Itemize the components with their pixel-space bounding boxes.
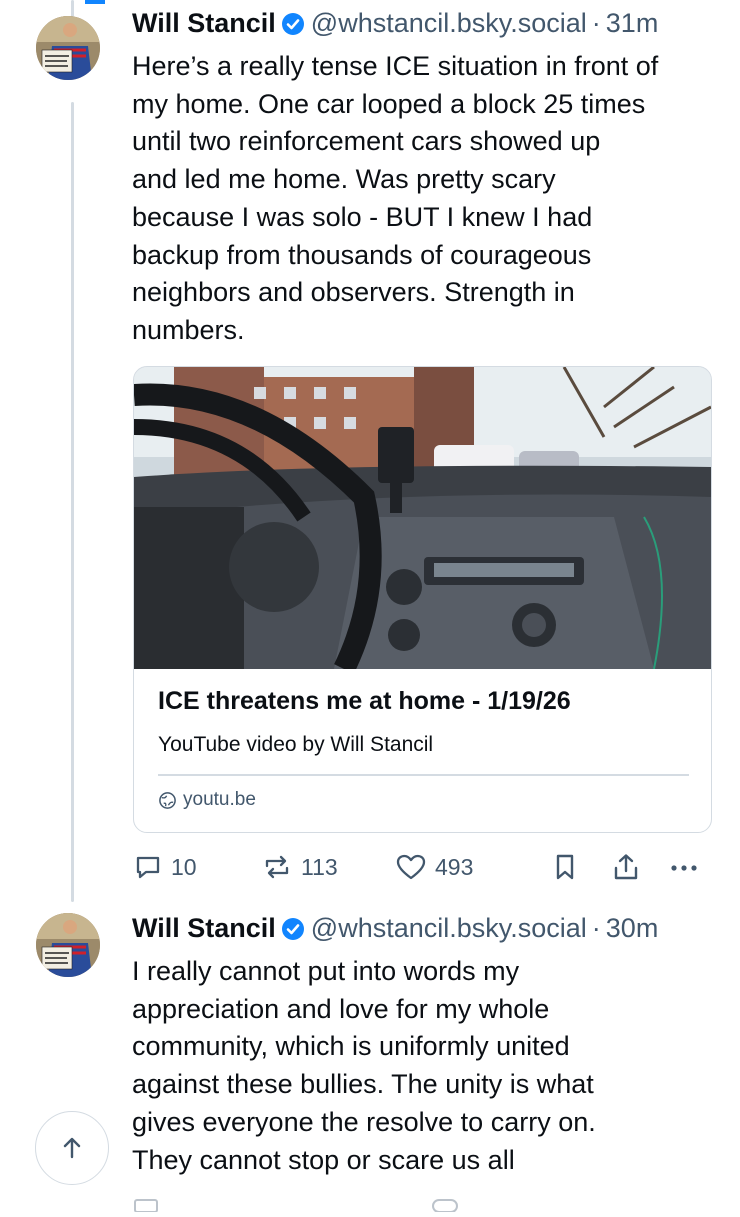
repost-button[interactable]: 113 bbox=[261, 852, 338, 882]
post-body-line: until two reinforcement cars showed up bbox=[132, 126, 601, 157]
top-accent-bar bbox=[85, 0, 105, 4]
author-handle[interactable]: @whstancil.bsky.social bbox=[311, 913, 587, 944]
repost-icon bbox=[265, 855, 289, 879]
post-body-line: because I was solo - BUT I knew I had bbox=[132, 201, 593, 232]
link-card-thumbnail[interactable] bbox=[134, 367, 711, 669]
share-icon bbox=[614, 854, 638, 880]
post-body-line: numbers. bbox=[132, 314, 245, 345]
link-card-domain: youtu.be bbox=[183, 789, 256, 810]
avatar-image bbox=[36, 913, 100, 977]
post-body-line: They cannot stop or scare us all bbox=[132, 1144, 515, 1175]
bookmark-button[interactable] bbox=[551, 852, 587, 882]
author-name[interactable]: Will Stancil bbox=[132, 8, 276, 39]
reply-icon bbox=[136, 856, 160, 879]
more-options-button[interactable] bbox=[667, 852, 709, 882]
post-body-line: appreciation and love for my whole bbox=[132, 993, 550, 1024]
globe-icon bbox=[159, 791, 176, 809]
post-body-line: and led me home. Was pretty scary bbox=[132, 164, 556, 195]
link-card-description: YouTube video by Will Stancil bbox=[158, 733, 434, 756]
reply-count: 10 bbox=[171, 853, 197, 880]
post-header: Will Stancil @whstancil.bsky.social · 30… bbox=[132, 913, 658, 944]
post-body-line: I really cannot put into words my bbox=[132, 956, 520, 986]
verified-badge-icon[interactable] bbox=[281, 917, 305, 941]
post-body-line: backup from thousands of courageous bbox=[132, 239, 592, 270]
link-card-title[interactable]: ICE threatens me at home - 1/19/26 bbox=[158, 687, 571, 716]
share-button[interactable] bbox=[611, 852, 649, 882]
post-body: Here’s a really tense ICE situation in f… bbox=[132, 48, 722, 350]
like-button[interactable]: 493 bbox=[395, 852, 473, 882]
post-body-line: Here’s a really tense ICE situation in f… bbox=[132, 51, 659, 81]
post-timestamp[interactable]: 30m bbox=[606, 913, 659, 944]
like-count: 493 bbox=[435, 853, 474, 880]
avatar[interactable] bbox=[36, 913, 100, 977]
post-body-line: gives everyone the resolve to carry on. bbox=[132, 1106, 596, 1137]
faded-action-icons bbox=[134, 1199, 458, 1213]
avatar-image bbox=[36, 16, 100, 80]
post-body-line: neighbors and observers. Strength in bbox=[132, 277, 575, 308]
dashboard-thumbnail-image bbox=[134, 367, 711, 669]
heart-icon bbox=[396, 854, 426, 880]
post-actions: 10 113 493 bbox=[133, 852, 713, 892]
arrow-up-icon bbox=[63, 1137, 81, 1159]
author-handle[interactable]: @whstancil.bsky.social bbox=[311, 8, 587, 39]
more-icon bbox=[671, 865, 697, 871]
avatar[interactable] bbox=[36, 16, 100, 80]
separator-dot: · bbox=[591, 913, 601, 943]
scroll-to-top-button[interactable] bbox=[35, 1111, 109, 1185]
author-name[interactable]: Will Stancil bbox=[132, 913, 276, 944]
post-body: I really cannot put into words my apprec… bbox=[132, 953, 722, 1179]
thread-line bbox=[71, 102, 74, 902]
link-card-divider bbox=[158, 774, 689, 776]
post-body-line: my home. One car looped a block 25 times bbox=[132, 88, 646, 119]
reply-button[interactable]: 10 bbox=[133, 852, 197, 882]
post-timestamp[interactable]: 31m bbox=[606, 8, 659, 39]
post-body-line: against these bullies. The unity is what bbox=[132, 1069, 594, 1100]
link-card-domain-row: youtu.be bbox=[158, 789, 256, 811]
repost-count: 113 bbox=[301, 853, 338, 880]
link-card[interactable]: ICE threatens me at home - 1/19/26 YouTu… bbox=[133, 366, 712, 833]
next-post-actions-faded bbox=[133, 1192, 713, 1213]
post-header: Will Stancil @whstancil.bsky.social · 31… bbox=[132, 8, 658, 39]
verified-badge-icon[interactable] bbox=[281, 12, 305, 36]
bookmark-icon bbox=[556, 854, 574, 880]
post-body-line: community, which is uniformly united bbox=[132, 1031, 570, 1062]
separator-dot: · bbox=[591, 8, 601, 38]
